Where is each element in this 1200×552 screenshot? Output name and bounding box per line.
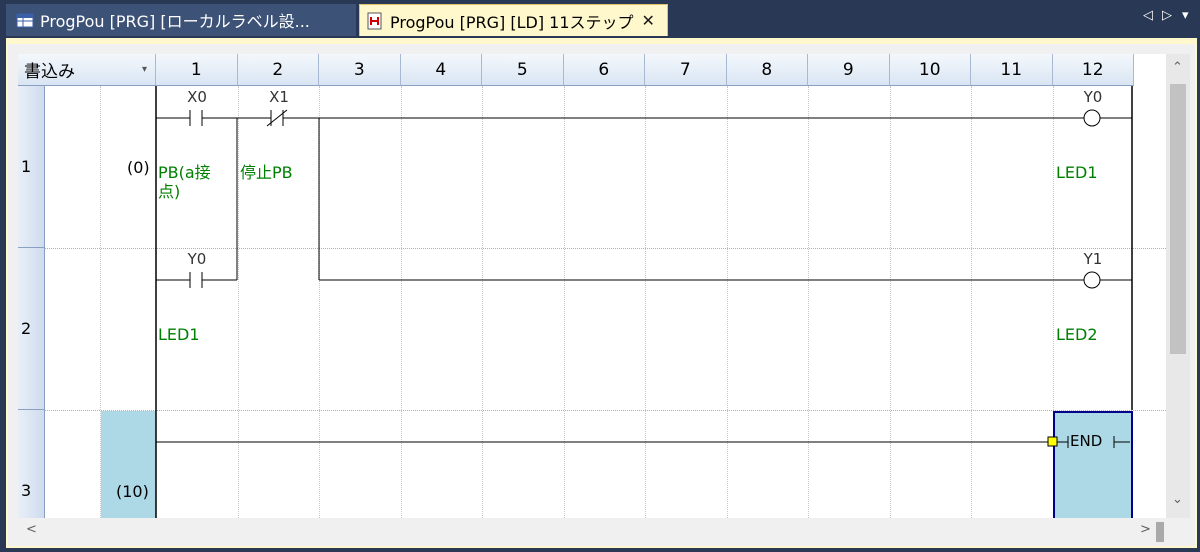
ladder-diagram: [155, 86, 1133, 518]
end-instruction[interactable]: END: [1070, 432, 1102, 450]
device-label: Y1: [1083, 250, 1103, 268]
horizontal-scrollbar[interactable]: < >: [18, 518, 1166, 544]
scrollbar-corner: [1166, 518, 1190, 544]
device-comment: LED2: [1056, 325, 1098, 344]
close-icon[interactable]: ✕: [642, 11, 655, 30]
tab-strip: ProgPou [PRG] [ローカルラベル設... ProgPou [PRG]…: [0, 0, 1200, 38]
device-comment: PB(a接 点): [158, 163, 211, 201]
editor-window: ProgPou [PRG] [ローカルラベル設... ProgPou [PRG]…: [0, 0, 1200, 552]
tab-label: ProgPou [PRG] [LD] 11ステップ: [390, 12, 634, 32]
scroll-up-icon[interactable]: ⌃: [1172, 60, 1183, 75]
scroll-left-icon[interactable]: <: [26, 522, 37, 537]
tab-scroll-left-icon[interactable]: ◁: [1143, 8, 1153, 23]
ladder-icon: [367, 12, 382, 29]
device-label: X1: [269, 88, 289, 106]
tab-ladder[interactable]: ProgPou [PRG] [LD] 11ステップ ✕: [359, 4, 668, 36]
comment-line: 点): [158, 182, 181, 201]
device-label: Y0: [1083, 88, 1103, 106]
ladder-editor: 書込み ▾ 1 2 3 4 5 6 7 8 9 10 11 12 1 2 3 (0) (10): [6, 38, 1197, 548]
coil-y1[interactable]: [1083, 271, 1132, 289]
scroll-right-icon[interactable]: >: [1140, 522, 1151, 537]
comment-line: PB(a接: [158, 163, 211, 182]
device-comment: LED1: [1056, 163, 1098, 182]
contact-y0[interactable]: [156, 272, 237, 288]
contact-x1-nc[interactable]: [237, 109, 319, 127]
scroll-down-icon[interactable]: ⌄: [1172, 492, 1183, 507]
vertical-scrollbar[interactable]: ⌃ ⌄: [1166, 54, 1190, 518]
ladder-canvas[interactable]: 書込み ▾ 1 2 3 4 5 6 7 8 9 10 11 12 1 2 3 (0) (10): [18, 54, 1166, 518]
scrollbar-thumb[interactable]: [1170, 84, 1186, 354]
tab-menu-icon[interactable]: ▾: [1182, 8, 1189, 23]
scrollbar-thumb[interactable]: [1156, 522, 1164, 542]
label-table-icon: [16, 13, 34, 28]
contact-x0[interactable]: [156, 110, 237, 126]
tab-local-label[interactable]: ProgPou [PRG] [ローカルラベル設...: [6, 4, 356, 36]
device-comment: LED1: [158, 325, 200, 344]
coil-y0[interactable]: [1083, 109, 1132, 127]
device-label: Y0: [187, 250, 207, 268]
device-label: X0: [187, 88, 207, 106]
tab-scroll-right-icon[interactable]: ▷: [1162, 8, 1172, 23]
device-comment: 停止PB: [240, 163, 293, 182]
tab-label: ProgPou [PRG] [ローカルラベル設...: [40, 12, 310, 31]
